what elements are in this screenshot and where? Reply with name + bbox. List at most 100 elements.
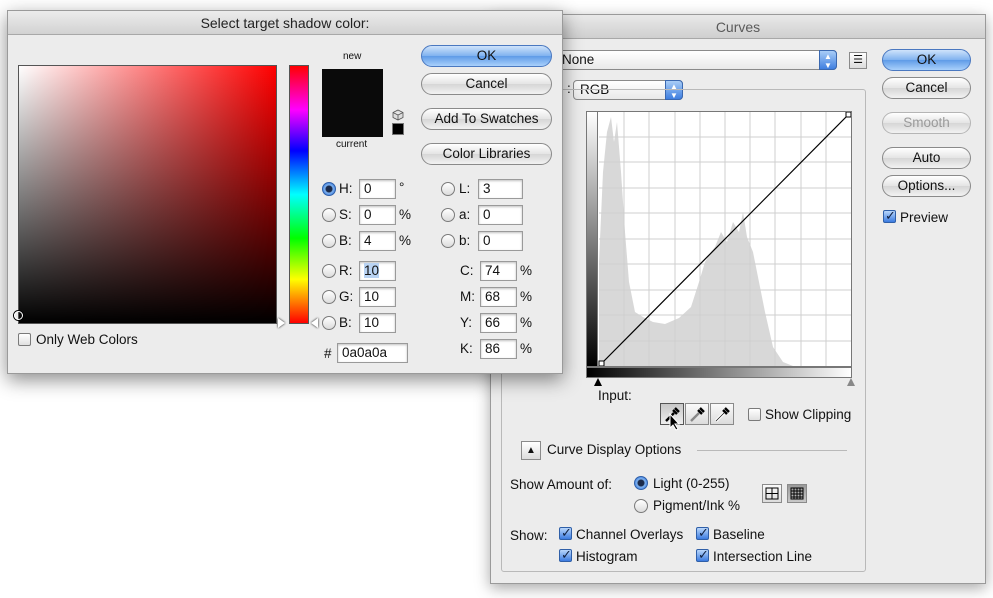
grid-detailed-icon[interactable]: [787, 484, 807, 503]
green-label: G:: [339, 289, 354, 304]
new-current-swatch: [322, 69, 383, 137]
curves-ok-button[interactable]: OK: [882, 49, 971, 71]
pigment-label: Pigment/Ink %: [653, 498, 741, 513]
picker-title: Select target shadow color:: [8, 11, 562, 35]
preview-label: Preview: [900, 210, 949, 225]
black-unit: %: [520, 341, 533, 356]
black-point-slider-icon[interactable]: [594, 378, 602, 386]
preset-popup[interactable]: None ▲ ▼: [555, 50, 837, 70]
cyan-input[interactable]: 74: [480, 261, 517, 281]
saturation-label: S:: [339, 207, 352, 222]
blue-label: B:: [339, 315, 352, 330]
green-radio[interactable]: [322, 290, 336, 304]
color-field-cursor-icon[interactable]: [14, 311, 23, 320]
lab-a-input[interactable]: 0: [478, 205, 523, 225]
baseline-checkbox[interactable]: [696, 525, 709, 541]
yellow-input[interactable]: 66: [480, 313, 517, 333]
cyan-label: C:: [460, 263, 474, 278]
saturation-input[interactable]: 0: [359, 205, 396, 225]
mouse-cursor-icon: [669, 412, 681, 436]
black-input[interactable]: 86: [480, 339, 517, 359]
intersection-line-checkbox[interactable]: [696, 547, 709, 563]
curve-display-options-label: Curve Display Options: [547, 442, 682, 457]
input-gradient-bar: [586, 367, 852, 378]
light-label: Light (0-255): [653, 476, 730, 491]
lab-l-input[interactable]: 3: [478, 179, 523, 199]
hue-slider-left-arrow-icon[interactable]: [278, 318, 285, 328]
show-clipping-label: Show Clipping: [765, 407, 852, 422]
lab-l-label: L:: [459, 181, 471, 196]
magenta-label: M:: [460, 289, 475, 304]
auto-button[interactable]: Auto: [882, 147, 971, 169]
brightness-radio[interactable]: [322, 234, 336, 248]
channel-overlays-checkbox[interactable]: [559, 525, 572, 541]
only-web-colors-checkbox[interactable]: [18, 333, 31, 346]
lab-a-radio[interactable]: [441, 208, 455, 222]
hue-slider[interactable]: [289, 65, 309, 324]
curve-graph[interactable]: [586, 111, 852, 367]
histogram-checkbox[interactable]: [559, 547, 572, 563]
brightness-unit: %: [399, 233, 412, 248]
histogram: [599, 117, 793, 366]
hue-radio[interactable]: [322, 182, 336, 196]
saturation-radio[interactable]: [322, 208, 336, 222]
options-button[interactable]: Options...: [882, 175, 971, 197]
curve-point-black[interactable]: [598, 360, 605, 367]
divider: [697, 450, 847, 451]
gray-eyedropper-icon[interactable]: [685, 403, 709, 425]
gamut-cube-icon: [392, 109, 404, 121]
picker-cancel-button[interactable]: Cancel: [421, 73, 552, 95]
hex-input[interactable]: 0a0a0a: [337, 343, 408, 363]
brightness-label: B:: [339, 233, 352, 248]
color-picker-dialog: Select target shadow color: new current …: [7, 10, 563, 374]
red-input[interactable]: 10: [359, 261, 396, 281]
lab-l-radio[interactable]: [441, 182, 455, 196]
red-input-value: 10: [364, 263, 380, 278]
curve-point-white[interactable]: [845, 111, 852, 118]
add-to-swatches-button[interactable]: Add To Swatches: [421, 108, 552, 130]
white-eyedropper-icon[interactable]: [710, 403, 734, 425]
curves-title: Curves: [491, 15, 985, 39]
blue-input[interactable]: 10: [359, 313, 396, 333]
only-web-colors-label: Only Web Colors: [36, 332, 138, 347]
baseline-label: Baseline: [713, 527, 765, 542]
show-clipping-checkbox[interactable]: [748, 408, 761, 421]
color-field[interactable]: [14, 65, 277, 324]
magenta-input[interactable]: 68: [480, 287, 517, 307]
histogram-label: Histogram: [576, 549, 638, 564]
pigment-radio[interactable]: [634, 499, 648, 513]
magenta-unit: %: [520, 289, 533, 304]
smooth-button[interactable]: Smooth: [882, 112, 971, 134]
black-label: K:: [460, 341, 473, 356]
curve-graph-svg: [598, 111, 852, 367]
curve-display-options-toggle-icon[interactable]: ▲: [521, 441, 541, 460]
intersection-line-label: Intersection Line: [713, 549, 813, 564]
curves-cancel-button[interactable]: Cancel: [882, 77, 971, 99]
hue-unit: °: [399, 180, 405, 195]
saturation-unit: %: [399, 207, 412, 222]
preview-checkbox[interactable]: [883, 208, 896, 224]
brightness-input[interactable]: 4: [359, 231, 396, 251]
green-input[interactable]: 10: [359, 287, 396, 307]
light-radio[interactable]: [634, 476, 648, 490]
hue-label: H:: [339, 181, 353, 196]
web-safe-swatch[interactable]: [392, 123, 404, 135]
lab-a-label: a:: [459, 207, 471, 222]
red-label: R:: [339, 263, 353, 278]
grid-simple-icon[interactable]: [762, 484, 782, 503]
red-radio[interactable]: [322, 264, 336, 278]
hue-slider-right-arrow-icon[interactable]: [311, 318, 318, 328]
preset-value: None: [562, 52, 595, 67]
blue-radio[interactable]: [322, 316, 336, 330]
hue-input[interactable]: 0: [359, 179, 396, 199]
color-libraries-button[interactable]: Color Libraries: [421, 143, 552, 165]
lab-b-radio[interactable]: [441, 234, 455, 248]
show-amount-label: Show Amount of:: [510, 477, 613, 492]
output-gradient-bar: [586, 111, 598, 367]
show-label: Show:: [510, 528, 548, 543]
white-point-slider-icon[interactable]: [847, 378, 855, 386]
popup-arrows-icon: ▲ ▼: [819, 50, 837, 70]
lab-b-input[interactable]: 0: [478, 231, 523, 251]
picker-ok-button[interactable]: OK: [421, 45, 552, 67]
preset-options-icon[interactable]: ☰: [849, 52, 867, 69]
